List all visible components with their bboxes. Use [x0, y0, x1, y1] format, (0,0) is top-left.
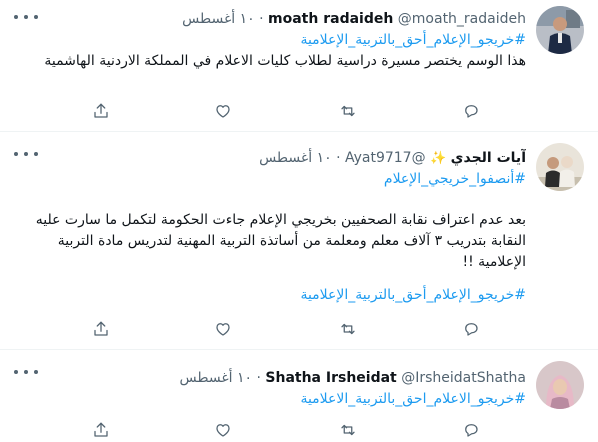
- like-icon[interactable]: [212, 419, 234, 441]
- tweet-3[interactable]: Shatha Irsheidat @IrsheidatShatha · ١٠ أ…: [0, 351, 598, 442]
- tweet-text: بعد عدم اعتراف نقابة الصحفيين بخريجي الإ…: [35, 212, 526, 270]
- reply-icon[interactable]: [460, 318, 482, 340]
- author-name[interactable]: moath radaideh: [268, 11, 393, 27]
- avatar[interactable]: [536, 6, 584, 54]
- tweet-actions: [0, 318, 598, 340]
- timestamp[interactable]: ١٠ أغسطس: [259, 150, 332, 166]
- like-icon[interactable]: [212, 318, 234, 340]
- tweet-actions: [0, 419, 598, 441]
- like-icon[interactable]: [212, 100, 234, 122]
- tweet-2[interactable]: آيات الجدي ✨ @Ayat9717 · ١٠ أغسطس #أنصفو…: [0, 133, 598, 350]
- avatar[interactable]: [536, 143, 584, 191]
- reply-icon[interactable]: [460, 100, 482, 122]
- share-icon[interactable]: [90, 100, 112, 122]
- timestamp[interactable]: ١٠ أغسطس: [182, 11, 255, 27]
- retweet-icon[interactable]: [337, 419, 359, 441]
- retweet-icon[interactable]: [337, 100, 359, 122]
- tweet-header: آيات الجدي ✨ @Ayat9717 · ١٠ أغسطس: [6, 147, 526, 169]
- author-handle[interactable]: @moath_radaideh: [398, 11, 526, 27]
- retweet-icon[interactable]: [337, 318, 359, 340]
- hashtag-link[interactable]: #خريجو_الاعلام_احق_بالتربية_الاعلامية: [6, 389, 526, 410]
- avatar-image: [536, 6, 584, 54]
- author-name[interactable]: Shatha Irsheidat: [265, 370, 396, 386]
- reply-icon[interactable]: [460, 419, 482, 441]
- share-icon[interactable]: [90, 318, 112, 340]
- tweet-actions: [0, 100, 598, 122]
- tweet-1[interactable]: moath radaideh @moath_radaideh · ١٠ أغسط…: [0, 0, 598, 132]
- tweet-header: Shatha Irsheidat @IrsheidatShatha · ١٠ أ…: [6, 367, 527, 389]
- share-icon[interactable]: [90, 419, 112, 441]
- separator: ·: [256, 370, 261, 386]
- author-name[interactable]: آيات الجدي: [451, 150, 526, 166]
- avatar-image: [536, 143, 584, 191]
- timestamp[interactable]: ١٠ أغسطس: [180, 370, 253, 386]
- separator: ·: [259, 11, 264, 27]
- separator: ·: [336, 150, 341, 166]
- author-handle[interactable]: @IrsheidatShatha: [401, 370, 526, 386]
- hashtag-link[interactable]: #خريجو_الإعلام_أحق_بالتربية_الإعلامية: [6, 285, 526, 306]
- author-handle[interactable]: @Ayat9717: [345, 150, 426, 166]
- avatar[interactable]: [536, 361, 584, 409]
- hashtag-link[interactable]: #خريجو_الإعلام_أحق_بالتربية_الإعلامية: [6, 30, 526, 51]
- avatar-image: [536, 361, 584, 409]
- tweet-text: هذا الوسم يختصر مسيرة دراسية لطلاب كليات…: [44, 53, 526, 69]
- sparkle-icon: ✨: [430, 151, 447, 166]
- tweet-header: moath radaideh @moath_radaideh · ١٠ أغسط…: [6, 8, 526, 30]
- hashtag-link[interactable]: #أنصفوا_خريجي_الإعلام: [6, 169, 526, 190]
